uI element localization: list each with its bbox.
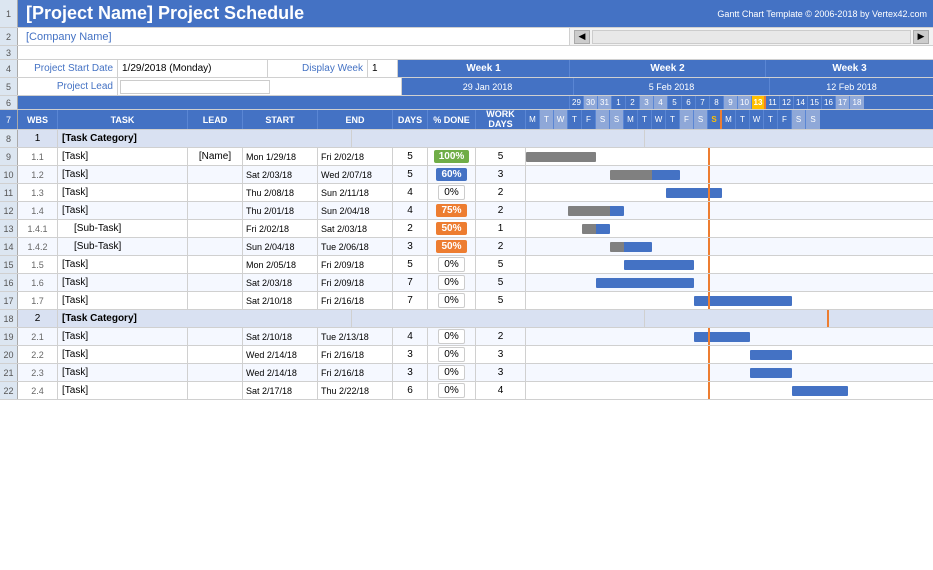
day-numbers-row: 6 29 30 31 1 2 3 4 5 6 7 8 9 10 13 11 12… — [0, 96, 933, 110]
col-task: TASK — [58, 110, 188, 129]
copyright: Gantt Chart Template © 2006-2018 by Vert… — [713, 0, 933, 27]
project-title-cell: [Project Name] Project Schedule — [18, 0, 713, 27]
col-wbs: WBS — [18, 110, 58, 129]
col-days: DAYS — [393, 110, 428, 129]
display-week-value: 1 — [368, 60, 398, 77]
week1-header: Week 1 — [398, 60, 570, 77]
info-row-4: 4 Project Start Date 1/29/2018 (Monday) … — [0, 60, 933, 78]
row-17: 17 1.7 [Task] Sat 2/10/18 Fri 2/16/18 7 … — [0, 292, 933, 310]
row-num-17: 17 — [0, 292, 18, 309]
row-11: 11 1.3 [Task] Thu 2/08/18 Sun 2/11/18 4 … — [0, 184, 933, 202]
row-num-11: 11 — [0, 184, 18, 201]
today-letter-col: S — [708, 110, 722, 129]
title-row: 1 [Project Name] Project Schedule Gantt … — [0, 0, 933, 28]
gantt-row-13 — [526, 220, 933, 237]
row-9: 9 1.1 [Task] [Name] Mon 1/29/18 Fri 2/02… — [0, 148, 933, 166]
project-start-value: 1/29/2018 (Monday) — [118, 60, 268, 77]
scroll-left-btn[interactable]: ◀ — [574, 30, 590, 44]
gantt-row-10 — [526, 166, 933, 183]
col-lead: LEAD — [188, 110, 243, 129]
row-12: 12 1.4 [Task] Thu 2/01/18 Sun 2/04/18 4 … — [0, 202, 933, 220]
row-18-category: 18 2 [Task Category] — [0, 310, 933, 328]
gantt-row-17 — [526, 292, 933, 309]
col-titles-row: 7 WBS TASK LEAD START END DAYS % DONE WO… — [0, 110, 933, 130]
row-8-category: 8 1 [Task Category] — [0, 130, 933, 148]
row-num-5: 5 — [0, 78, 18, 95]
row-20: 20 2.2 [Task] Wed 2/14/18 Fri 2/16/18 3 … — [0, 346, 933, 364]
col-workdays: WORKDAYS — [476, 110, 526, 129]
gantt-row-19 — [526, 328, 933, 345]
row-num-8: 8 — [0, 130, 18, 147]
gantt-row-16 — [526, 274, 933, 291]
gantt-row-21 — [526, 364, 933, 381]
gantt-row-11 — [526, 184, 933, 201]
row-num-15: 15 — [0, 256, 18, 273]
project-lead-input[interactable] — [120, 80, 270, 94]
row-19: 19 2.1 [Task] Sat 2/10/18 Tue 2/13/18 4 … — [0, 328, 933, 346]
row-num-2: 2 — [0, 28, 18, 45]
gantt-row-22 — [526, 382, 933, 399]
project-title: [Project Name] Project Schedule — [18, 0, 713, 28]
display-week-label: Display Week — [268, 60, 368, 77]
row-num-10: 10 — [0, 166, 18, 183]
row-10: 10 1.2 [Task] Sat 2/03/18 Wed 2/07/18 5 … — [0, 166, 933, 184]
today-date-13: 13 — [752, 96, 766, 109]
week3-date: 12 Feb 2018 — [770, 78, 933, 95]
gantt-row-15 — [526, 256, 933, 273]
week3-header: Week 3 — [766, 60, 933, 77]
row-num-7: 7 — [0, 110, 18, 129]
gantt-bar-9 — [526, 152, 596, 162]
gantt-row-20 — [526, 346, 933, 363]
info-row-5: 5 Project Lead 29 Jan 2018 5 Feb 2018 12… — [0, 78, 933, 96]
row-num-6: 6 — [0, 96, 18, 109]
col-end: END — [318, 110, 393, 129]
row-num-18: 18 — [0, 310, 18, 327]
gantt-row-9 — [526, 148, 933, 165]
row-14: 14 1.4.2 [Sub-Task] Sun 2/04/18 Tue 2/06… — [0, 238, 933, 256]
scroll-right-btn[interactable]: ▶ — [913, 30, 929, 44]
row-num-3: 3 — [0, 46, 18, 59]
row-3: 3 — [0, 46, 933, 60]
scrollbar-track[interactable] — [592, 30, 911, 44]
week1-date: 29 Jan 2018 — [402, 78, 574, 95]
row-num-13: 13 — [0, 220, 18, 237]
row-22: 22 2.4 [Task] Sat 2/17/18 Thu 2/22/18 6 … — [0, 382, 933, 400]
day-numbers-container: 29 30 31 1 2 3 4 5 6 7 8 9 10 13 11 12 1… — [570, 96, 933, 109]
row-num-14: 14 — [0, 238, 18, 255]
row-13: 13 1.4.1 [Sub-Task] Fri 2/02/18 Sat 2/03… — [0, 220, 933, 238]
row-15: 15 1.5 [Task] Mon 2/05/18 Fri 2/09/18 5 … — [0, 256, 933, 274]
row-num-19: 19 — [0, 328, 18, 345]
gantt-row-14 — [526, 238, 933, 255]
col-pct: % DONE — [428, 110, 476, 129]
row-num-1: 1 — [0, 0, 18, 27]
week2-header: Week 2 — [570, 60, 766, 77]
week2-date: 5 Feb 2018 — [574, 78, 770, 95]
row-16: 16 1.6 [Task] Sat 2/03/18 Fri 2/09/18 7 … — [0, 274, 933, 292]
project-lead-label: Project Lead — [18, 78, 118, 95]
row-num-20: 20 — [0, 346, 18, 363]
row-num-22: 22 — [0, 382, 18, 399]
project-start-label: Project Start Date — [18, 60, 118, 77]
scrollbar-area: ◀ ▶ — [570, 28, 933, 45]
spreadsheet: 1 [Project Name] Project Schedule Gantt … — [0, 0, 933, 570]
row-21: 21 2.3 [Task] Wed 2/14/18 Fri 2/16/18 3 … — [0, 364, 933, 382]
row-num-9: 9 — [0, 148, 18, 165]
col-start: START — [243, 110, 318, 129]
row-num-12: 12 — [0, 202, 18, 219]
row-num-4: 4 — [0, 60, 18, 77]
company-row: 2 [Company Name] ◀ ▶ — [0, 28, 933, 46]
company-cell: [Company Name] — [18, 28, 570, 45]
row-num-16: 16 — [0, 274, 18, 291]
row-num-21: 21 — [0, 364, 18, 381]
gantt-row-12 — [526, 202, 933, 219]
company-name: [Company Name] — [26, 31, 112, 43]
